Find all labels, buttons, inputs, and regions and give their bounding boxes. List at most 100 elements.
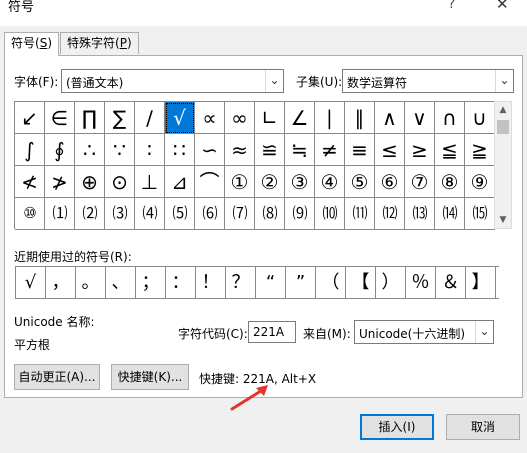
recent-symbol-cell[interactable]: ；: [136, 267, 166, 298]
symbol-cell[interactable]: ⑥: [375, 166, 405, 198]
symbol-cell[interactable]: ⑿: [375, 198, 405, 230]
symbol-cell[interactable]: ②: [255, 166, 285, 198]
close-icon[interactable]: ✕: [496, 0, 509, 13]
symbol-cell[interactable]: ≤: [375, 134, 405, 166]
symbol-cell[interactable]: ∷: [165, 134, 195, 166]
recent-symbol-cell[interactable]: ＆: [436, 267, 466, 298]
symbol-cell[interactable]: ∏: [75, 102, 105, 134]
symbol-cell[interactable]: ↙: [15, 102, 45, 134]
symbol-cell[interactable]: ⑧: [435, 166, 465, 198]
symbol-cell[interactable]: ⑽: [315, 198, 345, 230]
symbol-cell[interactable]: ①: [225, 166, 255, 198]
symbol-cell[interactable]: ≌: [255, 134, 285, 166]
recent-symbol-cell[interactable]: ％: [406, 267, 436, 298]
recent-symbol-cell[interactable]: ！: [196, 267, 226, 298]
symbol-cell[interactable]: √: [165, 102, 195, 134]
symbol-cell[interactable]: ⊕: [75, 166, 105, 198]
symbol-cell[interactable]: ⑦: [405, 166, 435, 198]
symbol-cell[interactable]: ∕: [135, 102, 165, 134]
shortcut-key-button[interactable]: 快捷键(K)...: [111, 364, 189, 390]
symbol-cell[interactable]: ∥: [345, 102, 375, 134]
symbol-cell[interactable]: ⒁: [435, 198, 465, 230]
symbol-cell[interactable]: ∶: [135, 134, 165, 166]
help-icon[interactable]: ?: [448, 0, 455, 12]
symbol-cell[interactable]: ⑾: [345, 198, 375, 230]
scroll-up-icon[interactable]: ▲: [495, 102, 511, 118]
tab-special-chars[interactable]: 特殊字符(P): [60, 32, 139, 54]
symbol-cell[interactable]: ∽: [195, 134, 225, 166]
recent-symbol-cell[interactable]: 【: [346, 267, 376, 298]
font-select[interactable]: (普通文本) ⌄: [61, 69, 284, 93]
symbol-cell[interactable]: ≮: [15, 166, 45, 198]
insert-button[interactable]: 插入(I): [360, 414, 434, 440]
symbol-cell[interactable]: ∴: [75, 134, 105, 166]
recent-symbol-cell[interactable]: ？: [226, 267, 256, 298]
symbol-cell[interactable]: ≥: [405, 134, 435, 166]
symbol-cell[interactable]: ≧: [465, 134, 495, 166]
symbol-cell[interactable]: ∞: [225, 102, 255, 134]
symbol-cell[interactable]: ≈: [225, 134, 255, 166]
symbol-cell[interactable]: ∵: [105, 134, 135, 166]
recent-symbol-cell[interactable]: √: [16, 267, 46, 298]
symbol-cell[interactable]: ∮: [45, 134, 75, 166]
recent-symbol-cell[interactable]: “: [256, 267, 286, 298]
recent-symbol-cell[interactable]: ，: [46, 267, 76, 298]
symbol-cell[interactable]: ⑶: [105, 198, 135, 230]
tab-special-label: 特殊字符(: [67, 36, 120, 50]
symbol-cell[interactable]: ≡: [345, 134, 375, 166]
symbol-cell[interactable]: ④: [315, 166, 345, 198]
symbol-cell[interactable]: ≠: [315, 134, 345, 166]
symbol-cell[interactable]: ⑹: [195, 198, 225, 230]
font-dropdown-icon[interactable]: ⌄: [265, 70, 283, 92]
subset-select[interactable]: 数学运算符 ⌄: [342, 69, 514, 93]
from-dropdown-icon[interactable]: ⌄: [475, 321, 493, 343]
char-code-input[interactable]: 221A: [248, 321, 296, 343]
symbol-cell[interactable]: ⑨: [465, 166, 495, 198]
symbol-cell[interactable]: ③: [285, 166, 315, 198]
symbol-cell[interactable]: ⊿: [165, 166, 195, 198]
symbol-cell[interactable]: ≦: [435, 134, 465, 166]
symbol-cell[interactable]: ≯: [45, 166, 75, 198]
symbol-cell[interactable]: ∝: [195, 102, 225, 134]
symbol-cell[interactable]: ⑩: [15, 198, 45, 230]
tab-symbols[interactable]: 符号(S): [4, 32, 59, 56]
symbol-cell[interactable]: ⑴: [45, 198, 75, 230]
symbol-scrollbar[interactable]: ▲ ▼: [494, 101, 512, 229]
symbol-cell[interactable]: ∠: [285, 102, 315, 134]
recent-symbol-cell[interactable]: 、: [106, 267, 136, 298]
recent-symbol-cell[interactable]: （: [316, 267, 346, 298]
symbol-cell[interactable]: ⑷: [135, 198, 165, 230]
recent-symbol-cell[interactable]: 。: [76, 267, 106, 298]
symbol-cell[interactable]: ∨: [405, 102, 435, 134]
symbol-cell[interactable]: ∪: [465, 102, 495, 134]
scroll-thumb[interactable]: [497, 120, 509, 134]
recent-symbol-cell[interactable]: ”: [286, 267, 316, 298]
recent-symbol-cell[interactable]: ）: [376, 267, 406, 298]
symbol-cell[interactable]: ⒀: [405, 198, 435, 230]
autocorrect-button[interactable]: 自动更正(A)...: [14, 364, 100, 390]
symbol-cell[interactable]: ∈: [45, 102, 75, 134]
symbol-cell[interactable]: ∑: [105, 102, 135, 134]
symbol-cell[interactable]: ⑸: [165, 198, 195, 230]
recent-symbol-cell[interactable]: 】: [466, 267, 496, 298]
symbol-cell[interactable]: ∧: [375, 102, 405, 134]
symbol-cell[interactable]: ⑺: [225, 198, 255, 230]
cancel-button[interactable]: 取消: [446, 414, 520, 440]
symbol-cell[interactable]: ⑼: [285, 198, 315, 230]
from-select[interactable]: Unicode(十六进制) ⌄: [354, 320, 494, 344]
recent-symbol-cell[interactable]: ：: [166, 267, 196, 298]
symbol-cell[interactable]: ⑻: [255, 198, 285, 230]
symbol-cell[interactable]: ⑤: [345, 166, 375, 198]
scroll-down-icon[interactable]: ▼: [495, 212, 511, 228]
symbol-cell[interactable]: ∫: [15, 134, 45, 166]
symbol-cell[interactable]: ⒂: [465, 198, 495, 230]
symbol-cell[interactable]: ≒: [285, 134, 315, 166]
symbol-cell[interactable]: ∟: [255, 102, 285, 134]
symbol-cell[interactable]: ⑵: [75, 198, 105, 230]
symbol-cell[interactable]: ∣: [315, 102, 345, 134]
symbol-cell[interactable]: ∩: [435, 102, 465, 134]
symbol-cell[interactable]: ⊥: [135, 166, 165, 198]
subset-dropdown-icon[interactable]: ⌄: [495, 70, 513, 92]
symbol-cell[interactable]: ⊙: [105, 166, 135, 198]
symbol-cell[interactable]: ⌒: [195, 166, 225, 198]
